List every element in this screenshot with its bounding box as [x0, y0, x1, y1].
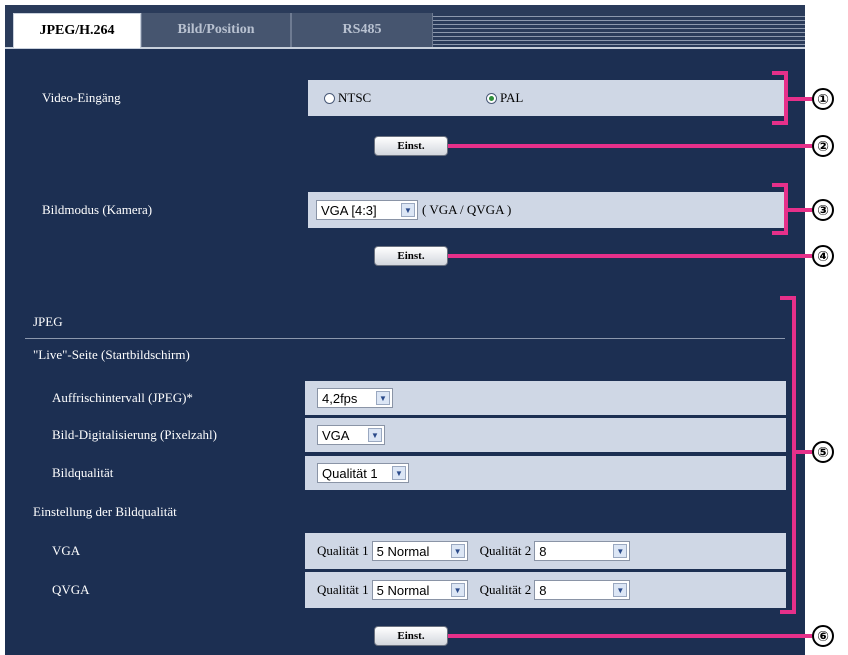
annotation-bracket [772, 231, 788, 235]
chevron-down-icon: ▼ [376, 391, 390, 405]
radio-pal[interactable]: PAL [486, 90, 523, 106]
vga-row-label: VGA [30, 533, 304, 569]
annotation-line [796, 450, 812, 454]
image-quality-select[interactable]: Qualität 1 ▼ [317, 463, 409, 483]
chevron-down-icon: ▼ [450, 583, 465, 597]
vga-q1-select[interactable]: 5 Normal ▼ [371, 541, 468, 561]
image-mode-label: Bildmodus (Kamera) [30, 192, 308, 228]
refresh-interval-select[interactable]: 4,2fps ▼ [317, 388, 393, 408]
video-input-label: Video-Eingäng [30, 80, 308, 116]
image-quality-cell: Qualität 1 ▼ [305, 456, 786, 490]
annotation-bracket [780, 610, 796, 614]
quality-settings-header: Einstellung der Bildqualität [25, 495, 785, 529]
vga-q1-value: 5 Normal [376, 543, 430, 559]
annotation-bracket [772, 71, 788, 75]
chevron-down-icon: ▼ [450, 544, 465, 558]
qvga-q1-label: Qualität 1 [317, 582, 369, 597]
qvga-q2-label: Qualität 2 [479, 582, 532, 597]
image-mode-select[interactable]: VGA [4:3] ▼ [316, 200, 418, 220]
annotation-bracket [772, 183, 788, 187]
video-input-options: NTSC PAL [308, 80, 786, 116]
vga-row-cell: Qualität 1 5 Normal ▼ Qualität 2 8 ▼ [305, 533, 786, 569]
qvga-q1-select[interactable]: 5 Normal ▼ [371, 580, 468, 600]
live-page-header: "Live"-Seite (Startbildschirm) [25, 339, 785, 371]
tab-jpeg-h264[interactable]: JPEG/H.264 [13, 13, 141, 48]
refresh-interval-label: Auffrischintervall (JPEG)* [30, 381, 304, 415]
resolution-select[interactable]: VGA ▼ [317, 425, 385, 445]
qvga-q1-value: 5 Normal [376, 582, 430, 598]
chevron-down-icon: ▼ [401, 203, 415, 217]
qvga-row-cell: Qualität 1 5 Normal ▼ Qualität 2 8 ▼ [305, 572, 786, 608]
annotation-bracket [772, 121, 788, 125]
resolution-cell: VGA ▼ [305, 418, 786, 452]
callout-2: ② [812, 135, 834, 157]
qvga-q2-select[interactable]: 8 ▼ [534, 580, 631, 600]
callout-1: ① [812, 88, 834, 110]
callout-6: ⑥ [812, 625, 834, 647]
radio-icon [324, 92, 335, 104]
resolution-label: Bild-Digitalisierung (Pixelzahl) [30, 418, 304, 452]
qvga-row-label: QVGA [30, 572, 304, 608]
annotation-line [448, 144, 812, 148]
callout-4: ④ [812, 245, 834, 267]
resolution-value: VGA [322, 427, 350, 443]
vga-q2-select[interactable]: 8 ▼ [534, 541, 631, 561]
chevron-down-icon: ▼ [392, 466, 406, 480]
qvga-q2-value: 8 [539, 582, 547, 598]
jpeg-section-header: JPEG [25, 306, 785, 338]
image-quality-value: Qualität 1 [322, 465, 378, 481]
vga-q2-value: 8 [539, 543, 547, 559]
refresh-interval-value: 4,2fps [322, 390, 358, 406]
tab-rs485[interactable]: RS485 [291, 13, 433, 47]
set-button-jpeg[interactable]: Einst. [374, 626, 448, 646]
annotation-bracket [792, 296, 796, 614]
annotation-line [788, 97, 812, 101]
refresh-interval-cell: 4,2fps ▼ [305, 381, 786, 415]
chevron-down-icon: ▼ [613, 583, 628, 597]
callout-3: ③ [812, 199, 834, 221]
annotation-line [448, 634, 812, 638]
set-button-image-mode[interactable]: Einst. [374, 246, 448, 266]
radio-icon [486, 92, 497, 104]
tab-bild-position[interactable]: Bild/Position [141, 13, 291, 47]
tab-bar-decoration [433, 13, 805, 47]
radio-pal-label: PAL [500, 90, 524, 105]
image-quality-label: Bildqualität [30, 456, 304, 490]
annotation-line [448, 254, 812, 258]
radio-ntsc[interactable]: NTSC [324, 90, 486, 106]
vga-q2-label: Qualität 2 [479, 543, 532, 558]
image-mode-note: ( VGA / QVGA ) [422, 202, 512, 217]
callout-5: ⑤ [812, 441, 834, 463]
vga-q1-label: Qualität 1 [317, 543, 369, 558]
radio-ntsc-label: NTSC [338, 90, 372, 105]
chevron-down-icon: ▼ [368, 428, 382, 442]
annotation-bracket [780, 296, 796, 300]
set-button-video-input[interactable]: Einst. [374, 136, 448, 156]
image-mode-cell: VGA [4:3] ▼ ( VGA / QVGA ) [308, 192, 786, 228]
chevron-down-icon: ▼ [613, 544, 628, 558]
annotation-line [788, 208, 812, 212]
image-mode-value: VGA [4:3] [321, 202, 377, 218]
